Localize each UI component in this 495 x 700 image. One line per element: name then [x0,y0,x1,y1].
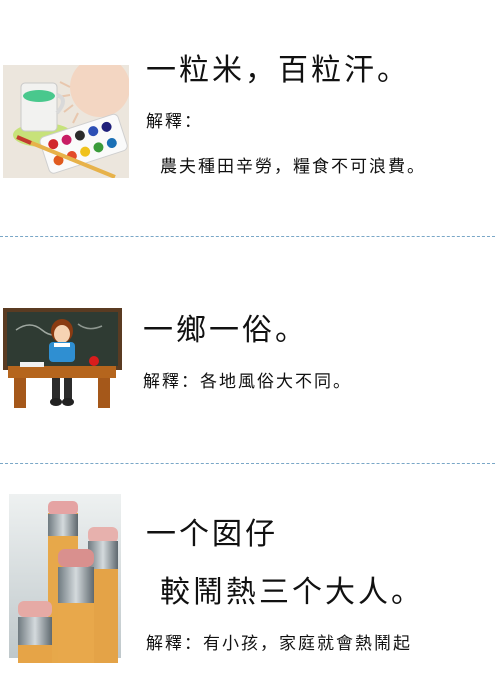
proverb-title-2: 一鄉一俗。 [143,313,308,348]
pencils-image [4,489,126,663]
proverb-title-3-line2: 較鬧熱三个大人。 [160,575,424,610]
proverb-card-3: 一个囡仔 較鬧熱三个大人。 解釋：有小孩，家庭就會熱鬧起 [0,464,495,700]
paint-palette-image [3,65,129,178]
proverb-title-1: 一粒米，百粒汗。 [146,53,410,88]
explanation-text-2: 解釋：各地風俗大不同。 [143,372,352,392]
explanation-text-1: 農夫種田辛勞，糧食不可浪費。 [160,157,426,177]
explanation-label-1: 解釋： [146,112,203,132]
explanation-text-3: 解釋：有小孩，家庭就會熱鬧起 [146,634,412,654]
proverb-card-1: 一粒米，百粒汗。 解釋： 農夫種田辛勞，糧食不可浪費。 [0,0,495,236]
proverb-title-3-line1: 一个囡仔 [146,517,278,552]
proverb-card-2: 一鄉一俗。 解釋：各地風俗大不同。 [0,237,495,463]
teacher-chalkboard-image [2,306,123,413]
